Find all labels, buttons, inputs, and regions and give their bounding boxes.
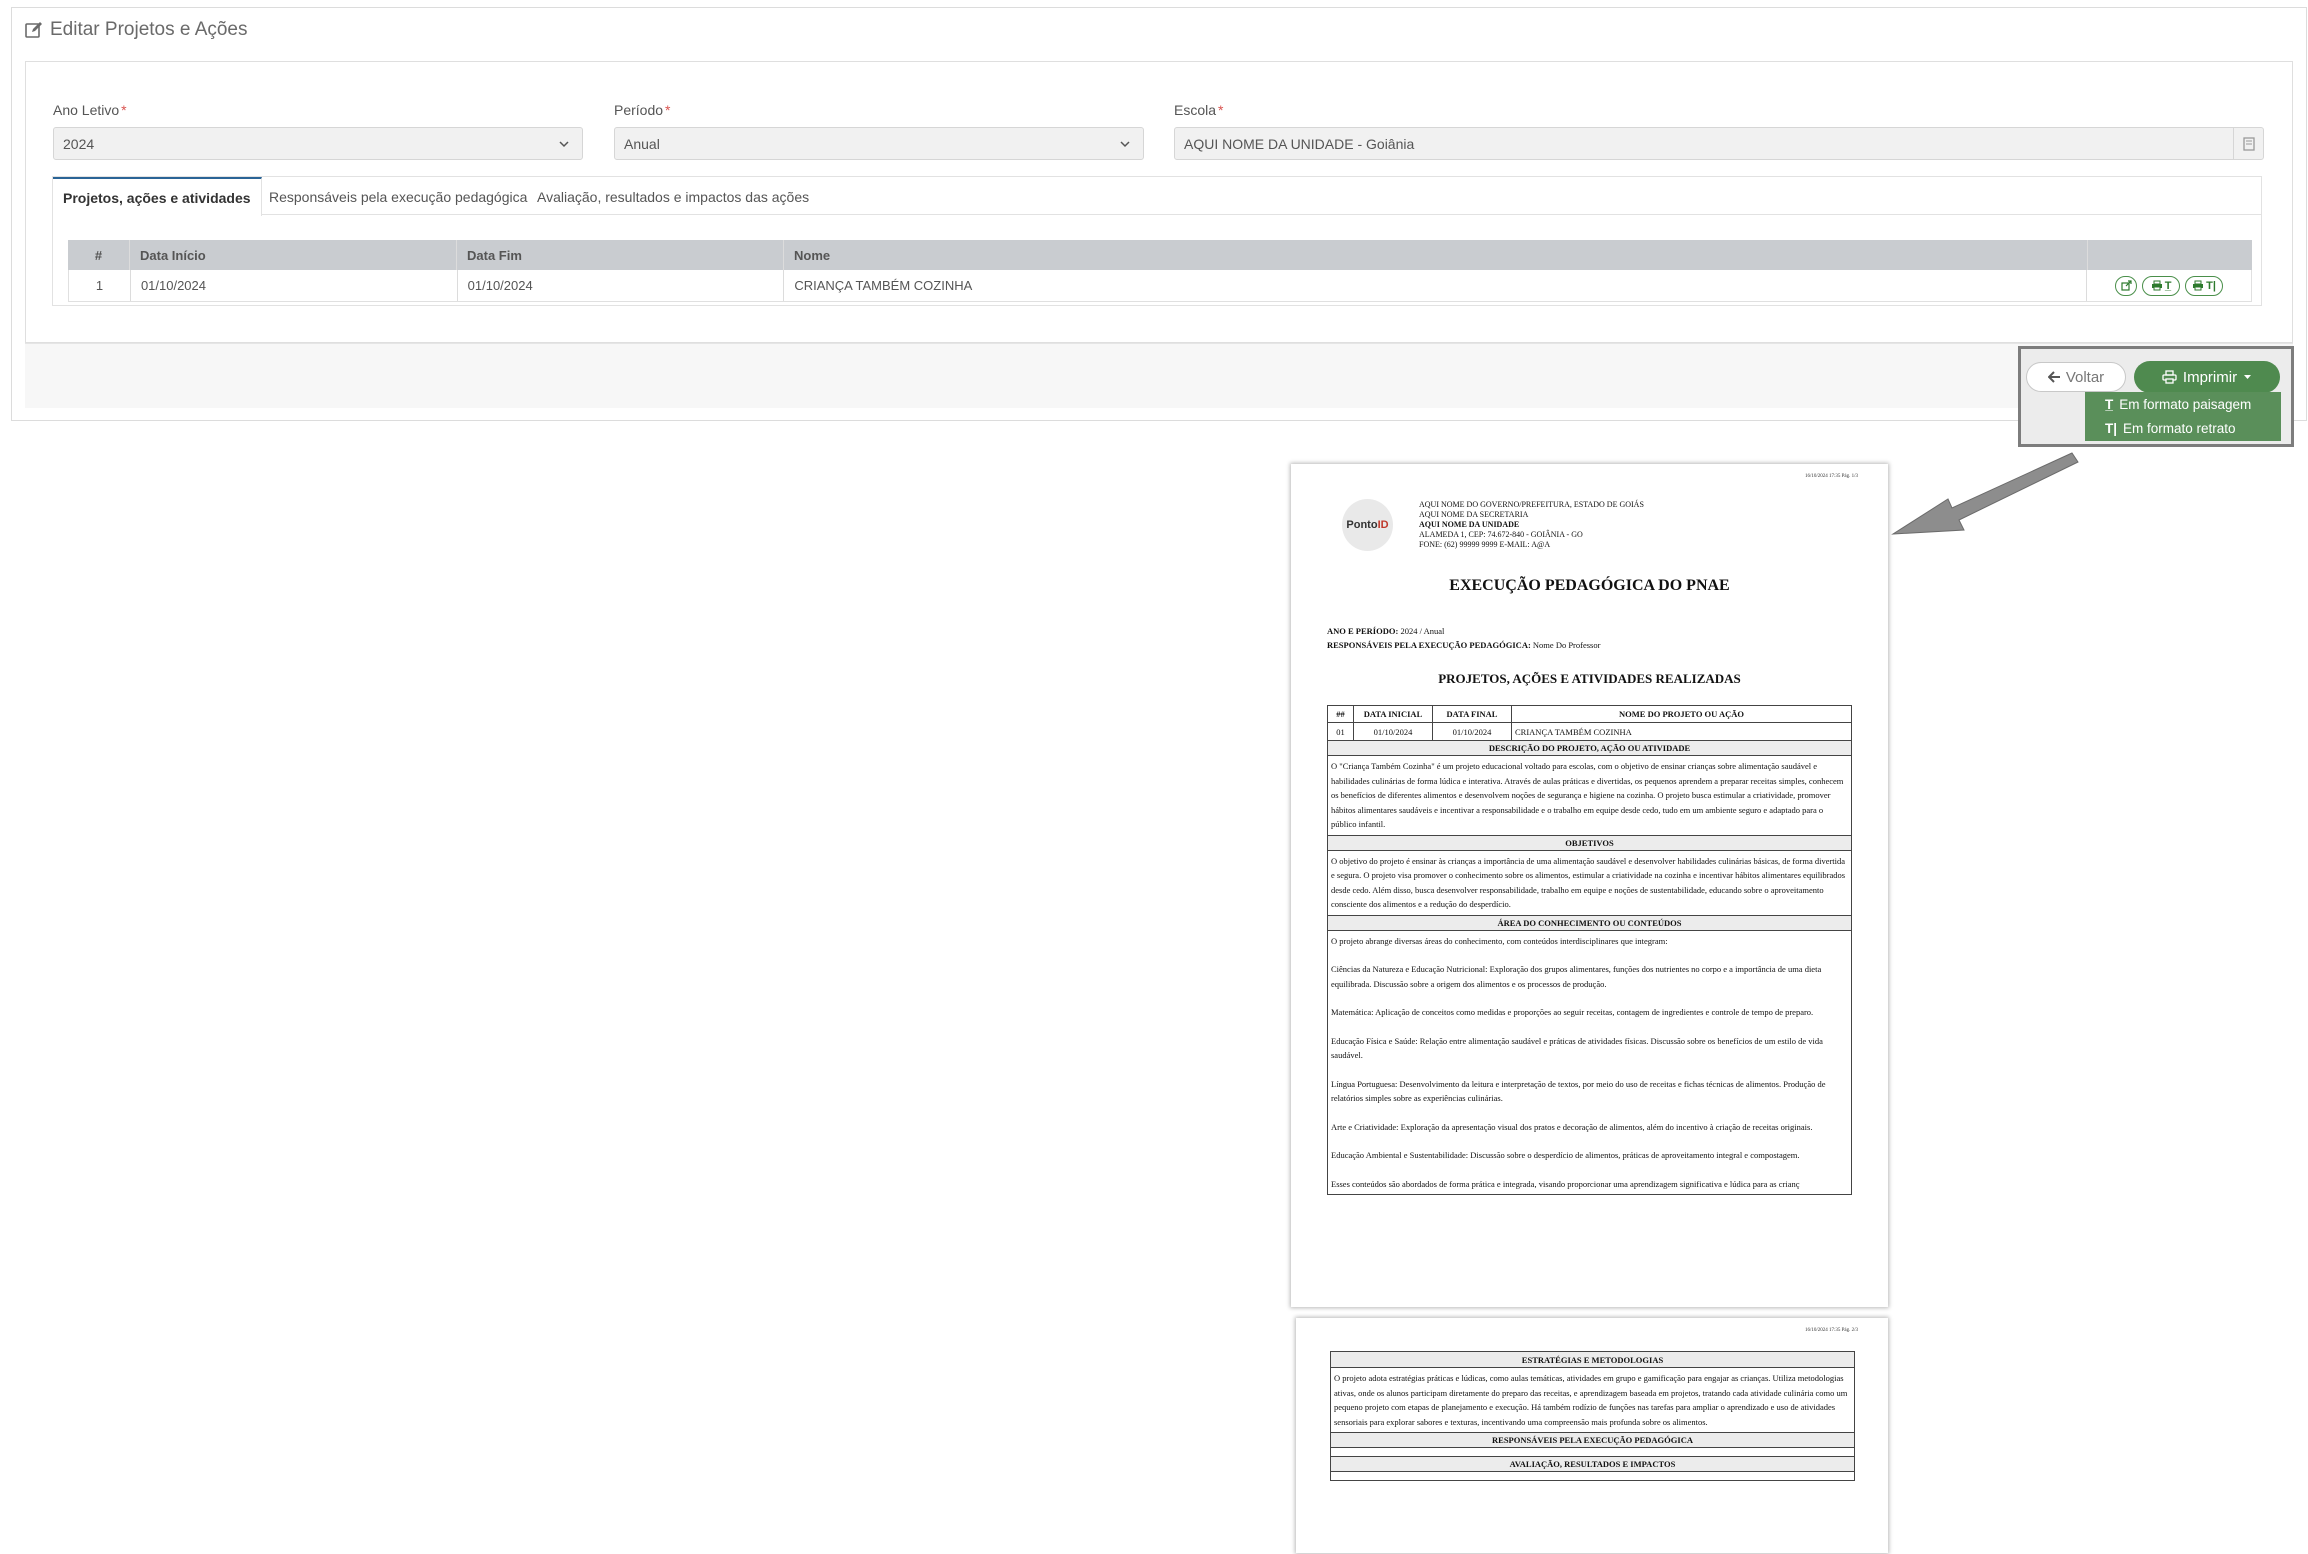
doc-obj-text: O objetivo do projeto é ensinar às crian… [1331,855,1846,910]
doc-ano-periodo: ANO E PERÍODO: 2024 / Anual [1327,626,1445,636]
doc-estrat-text: O projeto adota estratégias práticas e l… [1334,1373,1848,1427]
print-landscape-icon[interactable]: T̲ [2142,275,2181,296]
doc-header-line: AQUI NOME DA UNIDADE [1419,520,1520,529]
preview-page-2: 16/10/2024 17:35 Pág. 2/3 ESTRATÉGIAS E … [1296,1318,1888,1553]
page-title-text: Editar Projetos e Ações [50,19,248,40]
ano-letivo-label: Ano Letivo * [53,102,127,118]
doc-td: 01/10/2024 [1354,723,1433,740]
table-header: # Data Início Data Fim Nome [68,240,2252,270]
doc-th: ## [1328,706,1354,722]
doc-th: DATA INICIAL [1354,706,1433,722]
doc-td: 01/10/2024 [1433,723,1512,740]
doc-header-line: AQUI NOME DO GOVERNO/PREFEITURA, ESTADO … [1419,500,1644,509]
periodo-label: Período * [614,102,671,118]
doc-area-paragraph: Língua Portuguesa: Desenvolvimento da le… [1331,1078,1826,1104]
doc-desc-text: O "Criança Também Cozinha" é um projeto … [1331,761,1844,829]
tab-projetos[interactable]: Projetos, ações e atividades [53,177,262,216]
page1-timestamp: 16/10/2024 17:35 Pág. 1/3 [1804,474,1858,479]
doc-table-row: 01 01/10/2024 01/10/2024 CRIANÇA TAMBÉM … [1328,723,1851,740]
row-actions: T̲ T| [2087,270,2251,301]
row-nome: CRIANÇA TAMBÉM COZINHA [784,270,2088,301]
menu-item-retrato[interactable]: T| Em formato retrato [2085,416,2281,440]
col-actions [2088,240,2252,270]
print-dropdown-menu: T̲ Em formato paisagem T| Em formato ret… [2085,392,2281,441]
doc-area-paragraph: Educação Física e Saúde: Relação entre a… [1331,1035,1823,1061]
col-data-fim: Data Fim [457,240,784,270]
arrow-left-icon [2047,371,2060,383]
doc-area-paragraph: O projeto abrange diversas áreas do conh… [1331,935,1668,946]
doc-header: AQUI NOME DO GOVERNO/PREFEITURA, ESTADO … [1419,500,1644,550]
projects-table: # Data Início Data Fim Nome 1 01/10/2024… [68,240,2252,302]
footer-bar [25,343,2293,408]
doc-area-paragraph: Educação Ambiental e Sustentabilidade: D… [1331,1150,1800,1160]
doc-area-paragraph: Esses conteúdos são abordados de forma p… [1331,1178,1800,1189]
caret-down-icon [2244,375,2252,379]
escola-value: AQUI NOME DA UNIDADE - Goiânia [1184,135,1415,152]
chevron-down-icon [559,141,569,148]
pointer-arrow-icon [1891,452,2079,535]
doc-area-text: O projeto abrange diversas áreas do conh… [1328,931,1851,1195]
print-portrait-icon[interactable]: T| [2185,275,2224,296]
edit-icon [25,22,42,38]
doc-area-paragraph: Arte e Criatividade: Exploração da apres… [1331,1121,1813,1132]
book-icon[interactable] [2233,128,2263,159]
row-data-inicio: 01/10/2024 [131,270,458,301]
col-number: # [68,240,130,270]
doc-aval-body [1331,1472,1854,1480]
pontoid-logo: Ponto ID [1342,499,1393,551]
periodo-select[interactable]: Anual [614,127,1144,160]
escola-label: Escola * [1174,102,1224,118]
doc-title: EXECUÇÃO PEDAGÓGICA DO PNAE [1449,577,1730,594]
share-icon[interactable] [2115,275,2138,296]
doc-th: DATA FINAL [1433,706,1512,722]
ano-letivo-value: 2024 [63,135,95,152]
doc-responsaveis: RESPONSÁVEIS PELA EXECUÇÃO PEDAGÓGICA: N… [1327,640,1601,650]
doc-header-line: ALAMEDA 1, CEP: 74.672-840 - GOIÂNIA - G… [1419,530,1583,539]
doc-estrat-title: ESTRATÉGIAS E METODOLOGIAS [1331,1352,1854,1368]
printer-icon [2162,370,2177,384]
row-data-fim: 01/10/2024 [458,270,785,301]
doc-th: NOME DO PROJETO OU AÇÃO [1619,709,1744,719]
doc-header-line: AQUI NOME DA SECRETARIA [1419,510,1529,519]
doc-page2-table: ESTRATÉGIAS E METODOLOGIAS O projeto ado… [1330,1351,1855,1481]
periodo-value: Anual [624,135,660,152]
tab-avaliacao[interactable]: Avaliação, resultados e impactos das açõ… [527,177,819,216]
doc-td: 01 [1328,723,1354,740]
doc-section-title: PROJETOS, AÇÕES E ATIVIDADES REALIZADAS [1438,671,1741,686]
escola-field[interactable]: AQUI NOME DA UNIDADE - Goiânia [1174,127,2264,160]
doc-resp-title: RESPONSÁVEIS PELA EXECUÇÃO PEDAGÓGICA [1331,1432,1854,1448]
row-number: 1 [69,270,131,301]
doc-table-header: ## DATA INICIAL DATA FINAL NOME DO PROJE… [1328,706,1851,723]
preview-page-1: 16/10/2024 17:35 Pág. 1/3 Ponto ID AQUI N… [1291,464,1888,1307]
ano-letivo-select[interactable]: 2024 [53,127,583,160]
doc-td: CRIANÇA TAMBÉM COZINHA [1515,726,1632,737]
imprimir-button[interactable]: Imprimir [2134,361,2280,393]
menu-item-paisagem[interactable]: T̲ Em formato paisagem [2085,392,2281,416]
col-nome: Nome [784,240,2088,270]
doc-desc-title: DESCRIÇÃO DO PROJETO, AÇÃO OU ATIVIDADE [1328,740,1851,756]
page2-timestamp: 16/10/2024 17:35 Pág. 2/3 [1804,1328,1858,1333]
doc-area-paragraph: Ciências da Natureza e Educação Nutricio… [1331,964,1822,989]
voltar-button[interactable]: Voltar [2026,362,2126,392]
tab-responsaveis[interactable]: Responsáveis pela execução pedagógica [259,177,537,216]
doc-projects-table: ## DATA INICIAL DATA FINAL NOME DO PROJE… [1327,705,1852,1195]
doc-obj-title: OBJETIVOS [1328,834,1851,851]
col-data-inicio: Data Início [130,240,457,270]
landscape-text-icon: T̲ [2105,396,2114,412]
page-title: Editar Projetos e Ações [25,19,248,41]
doc-area-paragraph: Matemática: Aplicação de conceitos como … [1331,1007,1814,1017]
chevron-down-icon [1120,141,1130,148]
table-row[interactable]: 1 01/10/2024 01/10/2024 CRIANÇA TAMBÉM C… [68,270,2252,302]
portrait-text-icon: T| [2105,420,2118,436]
doc-resp-body [1331,1448,1854,1456]
doc-header-line: FONE: (62) 99999 9999 E-MAIL: A@A [1419,540,1551,549]
doc-area-title: ÁREA DO CONHECIMENTO OU CONTEÚDOS [1328,914,1851,931]
doc-aval-title: AVALIAÇÃO, RESULTADOS E IMPACTOS [1331,1456,1854,1472]
